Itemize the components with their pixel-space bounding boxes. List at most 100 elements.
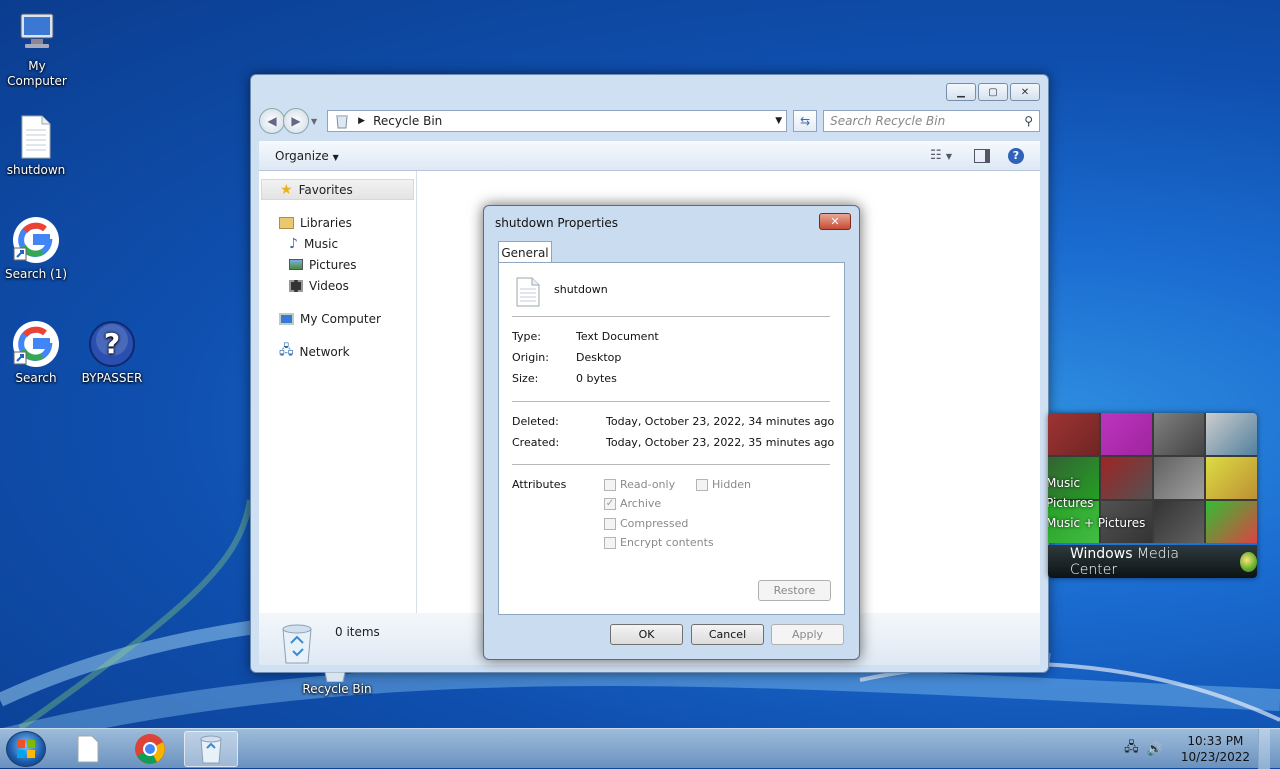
nav-pictures[interactable]: Pictures (259, 254, 416, 275)
breadcrumb-arrow-icon[interactable]: ▶ (358, 116, 365, 126)
nav-label: Videos (309, 278, 349, 293)
archive-checkbox[interactable]: ✓ Archive (604, 497, 661, 510)
nav-libraries[interactable]: Libraries (259, 212, 416, 233)
cancel-button[interactable]: Cancel (691, 624, 764, 645)
minimize-button[interactable]: ▁ (946, 83, 976, 101)
nav-label: My Computer (300, 311, 381, 326)
restore-button[interactable]: Restore (758, 580, 831, 601)
address-dropdown-icon[interactable]: ▼ (775, 116, 782, 126)
nav-videos[interactable]: Videos (259, 275, 416, 296)
taskbar-chrome[interactable] (123, 731, 177, 767)
size-label: Size: (512, 372, 539, 385)
nav-label: Libraries (300, 215, 352, 230)
clock[interactable]: 10:33 PM 10/23/2022 (1181, 733, 1250, 765)
show-desktop-button[interactable] (1258, 729, 1270, 769)
dialog-close-button[interactable]: ✕ (819, 213, 851, 230)
desktop-icon-recycle-bin[interactable]: Recycle Bin (297, 682, 377, 697)
file-name: shutdown (554, 283, 608, 296)
taskbar: 🖧 🔊 10:33 PM 10/23/2022 (0, 728, 1280, 769)
size-value: 0 bytes (576, 372, 617, 385)
divider (512, 401, 830, 402)
tab-general[interactable]: General (498, 241, 552, 263)
checkmark-icon: ✓ (604, 497, 616, 510)
general-tab-panel: shutdown Type: Text Document Origin: Des… (498, 262, 845, 615)
text-file-icon (21, 115, 51, 159)
network-icon: 🖧 (279, 342, 294, 358)
checkbox-box (604, 478, 616, 491)
refresh-button[interactable]: ⇆ (793, 110, 818, 132)
recent-pages-dropdown[interactable]: ▼ (311, 117, 317, 126)
wmc-item-music-pictures[interactable]: Music + Pictures (1048, 516, 1145, 530)
recycle-bin-icon (324, 672, 346, 682)
divider (512, 316, 830, 317)
desktop-icon-shutdown[interactable]: shutdown (0, 114, 76, 178)
preview-pane-button[interactable] (974, 148, 990, 163)
taskbar-notepad[interactable] (61, 731, 115, 767)
attributes-label: Attributes (512, 478, 567, 491)
apply-button[interactable]: Apply (771, 624, 844, 645)
search-input[interactable]: Search Recycle Bin ⚲ (823, 110, 1040, 132)
star-icon: ★ (280, 181, 293, 198)
checkbox-box (696, 478, 708, 491)
readonly-checkbox[interactable]: Read-only (604, 478, 675, 491)
clock-time: 10:33 PM (1187, 734, 1244, 748)
nav-music[interactable]: ♪ Music (259, 233, 416, 254)
properties-dialog: shutdown Properties ✕ General shutdown T… (483, 205, 860, 660)
hidden-checkbox[interactable]: Hidden (696, 478, 751, 491)
item-count: 0 items (335, 625, 380, 639)
google-icon (13, 217, 59, 263)
desktop-icon-label: Search (1) (4, 267, 68, 281)
desktop-icon-search-1[interactable]: Search (1) (0, 216, 76, 282)
network-tray-icon[interactable]: 🖧 (1124, 738, 1139, 760)
taskbar-recycle-bin[interactable] (184, 731, 238, 767)
compressed-checkbox[interactable]: Compressed (604, 517, 688, 530)
help-icon[interactable]: ? (1008, 147, 1024, 164)
nav-label: Pictures (309, 257, 357, 272)
checkbox-label: Encrypt contents (620, 536, 714, 549)
navigation-pane: ★ Favorites Libraries ♪ Music Pictures Vid… (259, 171, 417, 613)
windows-orb-icon (1239, 551, 1257, 572)
nav-network[interactable]: 🖧 Network (259, 341, 416, 362)
help-icon: ? (89, 321, 135, 367)
google-icon (13, 321, 59, 367)
desktop-icon-search[interactable]: Search (0, 320, 76, 386)
nav-my-computer[interactable]: My Computer (259, 308, 416, 329)
view-options-button[interactable]: ☷ ▼ (930, 148, 952, 163)
clock-date: 10/23/2022 (1180, 750, 1250, 764)
nav-label: Network (299, 344, 350, 359)
desktop-icon-label: Search (15, 371, 57, 385)
start-button[interactable] (6, 731, 46, 767)
chevron-down-icon: ▼ (945, 152, 952, 161)
svg-text:?: ? (104, 327, 120, 360)
checkbox-label: Archive (620, 497, 662, 510)
wmc-item-music[interactable]: Music (1048, 476, 1080, 490)
pictures-icon (289, 259, 303, 270)
address-bar[interactable]: ▶ Recycle Bin ▼ (327, 110, 788, 132)
organize-button[interactable]: Organize ▼ (275, 149, 339, 163)
text-file-icon (516, 277, 540, 307)
media-center-gadget[interactable]: Music Pictures Music + Pictures Windows … (1048, 413, 1257, 578)
wmc-title-bold: Windows (1070, 545, 1133, 562)
encrypt-checkbox[interactable]: Encrypt contents (604, 536, 714, 549)
address-text: Recycle Bin (373, 114, 443, 128)
nav-favorites[interactable]: ★ Favorites (261, 179, 414, 200)
forward-button[interactable]: ▶ (283, 108, 309, 134)
windows-logo-icon (17, 740, 35, 758)
maximize-button[interactable]: ▢ (978, 83, 1008, 101)
ok-button[interactable]: OK (610, 624, 683, 645)
wmc-item-pictures[interactable]: Pictures (1048, 496, 1094, 510)
desktop-icon-bypasser[interactable]: ? BYPASSER (72, 320, 152, 386)
desktop-icon-label: BYPASSER (81, 371, 143, 385)
search-placeholder: Search Recycle Bin (830, 114, 946, 128)
back-button[interactable]: ◀ (259, 108, 285, 134)
close-button[interactable]: ✕ (1010, 83, 1040, 101)
command-bar: Organize ▼ ☷ ▼ ? (259, 141, 1040, 171)
checkbox-label: Compressed (620, 517, 689, 530)
deleted-value: Today, October 23, 2022, 34 minutes ago (606, 415, 835, 428)
desktop-icon-label: Recycle Bin (302, 682, 372, 696)
desktop-icon-label: shutdown (6, 163, 66, 177)
desktop-icon-my-computer[interactable]: My Computer (0, 8, 77, 89)
checkbox-label: Hidden (712, 478, 752, 491)
volume-icon[interactable]: 🔊 (1147, 742, 1163, 757)
videos-icon (289, 279, 303, 292)
